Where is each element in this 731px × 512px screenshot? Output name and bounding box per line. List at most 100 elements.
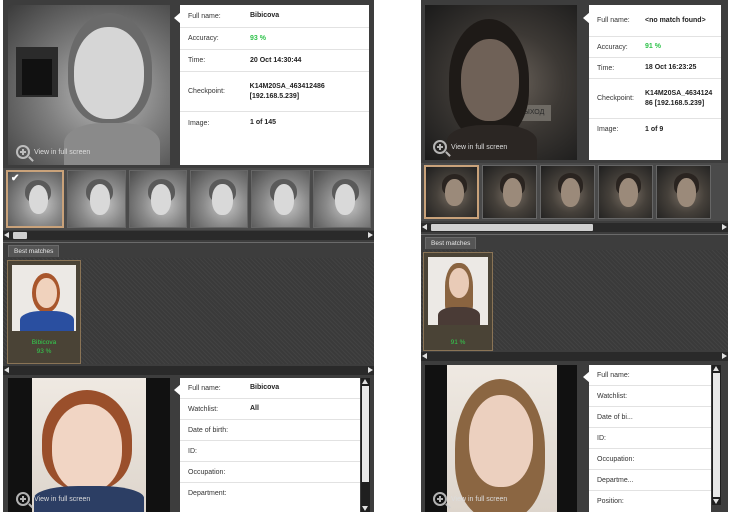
accuracy-value: 93 %: [250, 34, 266, 42]
scrollbar-thumb[interactable]: [713, 373, 720, 497]
divider: [3, 242, 374, 243]
person-record-info: Full name: Bibicova Watchlist: All Date of…: [180, 378, 360, 512]
tab-best-matches[interactable]: Best matches: [8, 245, 60, 257]
record-scrollbar[interactable]: [712, 365, 721, 505]
full-name-value: <no match found>: [645, 16, 706, 24]
zoom-in-icon: [16, 145, 30, 159]
capture-thumbnail[interactable]: [67, 170, 126, 228]
occupation-label: Occupation:: [188, 468, 226, 476]
scrollbar-thumb[interactable]: [362, 386, 369, 482]
checkpoint-value: K14M20SA_463412486 [192.168.5.239]: [645, 90, 713, 107]
capture-thumbnail[interactable]: [656, 165, 711, 219]
full-name-label: Full name:: [188, 12, 221, 20]
checkpoint-label: Checkpoint:: [188, 88, 225, 95]
match-photo: [12, 265, 76, 331]
view-full-screen-link[interactable]: View in full screen: [16, 492, 90, 506]
image-label: Image:: [597, 126, 619, 133]
scroll-down-icon[interactable]: [713, 499, 719, 504]
capture-thumbnail-strip: [421, 163, 728, 221]
capture-thumbnail[interactable]: ✔: [6, 170, 65, 228]
scroll-up-icon[interactable]: [362, 379, 368, 384]
best-match-card[interactable]: 91 %: [423, 252, 493, 351]
tab-best-matches[interactable]: Best matches: [425, 237, 477, 249]
thumbnail-scrollbar[interactable]: [421, 223, 728, 232]
best-matches-area: Bibicova 93 %: [3, 258, 374, 364]
face: [52, 404, 122, 492]
view-full-screen-link[interactable]: View in full screen: [433, 492, 507, 506]
capture-thumbnail[interactable]: [598, 165, 653, 219]
best-matches-area: 91 %: [421, 250, 728, 351]
full-name-label: Full name:: [597, 17, 630, 24]
right-face-panel: ЫХОД View in full screen Full name: <no m…: [421, 0, 728, 512]
scroll-left-icon[interactable]: [4, 367, 9, 373]
scroll-right-icon[interactable]: [368, 367, 373, 373]
scroll-left-icon[interactable]: [422, 353, 427, 359]
view-full-screen-link[interactable]: View in full screen: [16, 145, 90, 159]
scroll-right-icon[interactable]: [722, 353, 727, 359]
scroll-up-icon[interactable]: [713, 366, 719, 371]
capture-thumbnail[interactable]: [540, 165, 595, 219]
watchlist-value: All: [250, 405, 259, 413]
image-counter-value: 1 of 9: [645, 125, 664, 133]
id-label: ID:: [597, 434, 606, 442]
time-value: 18 Oct 16:23:25: [645, 64, 697, 72]
date-of-birth-label: Date of bi...: [597, 413, 633, 421]
scroll-right-icon[interactable]: [722, 224, 727, 230]
record-scrollbar[interactable]: [361, 378, 370, 512]
capture-thumbnail[interactable]: [312, 170, 371, 228]
face: [469, 395, 533, 487]
capture-thumbnail[interactable]: [424, 165, 479, 219]
divider: [421, 234, 728, 235]
face: [461, 39, 519, 121]
occupation-label: Occupation:: [597, 455, 635, 463]
live-detection-info: Full name: <no match found> Accuracy: 91 %…: [589, 5, 721, 160]
capture-thumbnail[interactable]: [482, 165, 537, 219]
time-label: Time:: [188, 57, 206, 64]
checkpoint-value: K14M20SA_463412486 [192.168.5.239]: [249, 83, 325, 100]
capture-thumbnail[interactable]: [190, 170, 249, 228]
zoom-in-icon: [16, 492, 30, 506]
date-of-birth-label: Date of birth:: [188, 426, 229, 434]
scroll-left-icon[interactable]: [4, 232, 9, 238]
record-photo[interactable]: View in full screen: [8, 378, 170, 512]
scroll-right-icon[interactable]: [368, 232, 373, 238]
full-name-value: Bibicova: [250, 384, 280, 392]
scrollbar-thumb[interactable]: [13, 232, 27, 239]
zoom-in-icon: [433, 140, 447, 154]
matches-scrollbar[interactable]: [3, 366, 374, 375]
left-face-panel: View in full screen Full name: Bibicova A…: [3, 0, 374, 512]
check-icon: ✔: [11, 173, 20, 184]
match-percent: 93 %: [36, 348, 52, 355]
record-photo[interactable]: View in full screen: [425, 365, 577, 512]
accuracy-label: Accuracy:: [188, 35, 219, 42]
capture-thumbnail-strip: ✔: [3, 168, 374, 230]
match-photo: [428, 257, 488, 325]
image-counter-value: 1 of 145: [250, 119, 277, 127]
live-camera-frame[interactable]: ЫХОД View in full screen: [425, 5, 577, 160]
watchlist-label: Watchlist:: [188, 405, 219, 413]
face: [74, 27, 144, 119]
live-camera-frame[interactable]: View in full screen: [8, 5, 170, 165]
position-label: Position:: [597, 498, 624, 505]
matches-scrollbar[interactable]: [421, 352, 728, 361]
live-detection-info: Full name: Bibicova Accuracy: 93 % Time: 20…: [180, 5, 369, 165]
accuracy-label: Accuracy:: [597, 43, 628, 51]
capture-thumbnail[interactable]: [251, 170, 310, 228]
time-value: 20 Oct 14:30:44: [250, 56, 302, 64]
best-match-card[interactable]: Bibicova 93 %: [7, 260, 81, 364]
id-label: ID:: [188, 447, 197, 455]
view-full-screen-link[interactable]: View in full screen: [433, 140, 507, 154]
scrollbar-thumb[interactable]: [431, 224, 593, 231]
accuracy-value: 91 %: [645, 43, 661, 51]
checkpoint-label: Checkpoint:: [597, 95, 634, 102]
full-name-label: Full name:: [188, 384, 221, 392]
match-percent: 91 %: [450, 339, 466, 346]
capture-thumbnail[interactable]: [128, 170, 188, 228]
department-label: Department:: [188, 490, 227, 497]
scroll-down-icon[interactable]: [362, 506, 368, 511]
match-name: Bibicova: [31, 339, 57, 346]
zoom-in-icon: [433, 492, 447, 506]
department-label: Departme...: [597, 476, 634, 484]
scroll-left-icon[interactable]: [422, 224, 427, 230]
thumbnail-scrollbar[interactable]: [3, 231, 374, 240]
